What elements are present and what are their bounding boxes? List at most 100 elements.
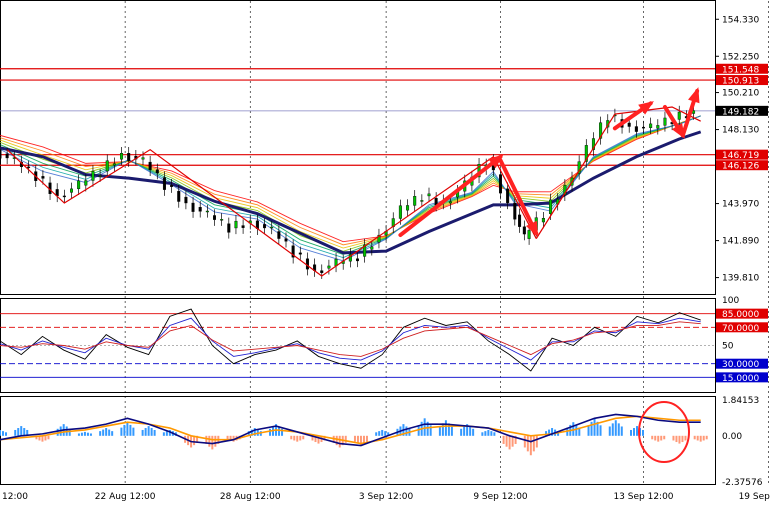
y-tick-label: 148.130 xyxy=(722,126,759,136)
candle-body xyxy=(227,223,231,233)
macd-histogram-bar xyxy=(89,433,92,436)
candle-body xyxy=(98,175,102,177)
macd-histogram-bar xyxy=(105,428,108,436)
macd-histogram-bar xyxy=(144,428,147,436)
candle-body xyxy=(191,202,195,212)
macd-histogram-bar xyxy=(502,435,505,444)
macd-histogram-bar xyxy=(111,431,114,436)
macd-histogram-bar xyxy=(681,435,684,443)
candle-body xyxy=(513,202,517,220)
macd-histogram-bar xyxy=(150,428,153,436)
macd-histogram-bar xyxy=(375,432,378,436)
macd-histogram-bar xyxy=(654,435,657,441)
macd-histogram-bar xyxy=(423,418,426,436)
candle-body xyxy=(62,195,66,198)
macd-histogram-bar xyxy=(5,432,7,436)
macd-histogram-bar xyxy=(365,435,368,442)
candle-body xyxy=(148,161,152,170)
macd-histogram-bar xyxy=(705,435,708,440)
macd-histogram-bar xyxy=(99,431,102,436)
candle-body xyxy=(448,201,452,204)
macd-histogram-bar xyxy=(702,435,705,441)
macd-histogram-bar xyxy=(162,432,165,436)
chart-canvas[interactable]: 12:00 22 Aug 12:00 28 Aug 12:00 3 Sep 12:00… xyxy=(0,0,770,505)
macd-histogram-bar xyxy=(684,435,687,441)
candle-body xyxy=(527,230,531,239)
y-tick-label: 141.890 xyxy=(722,237,759,247)
candle-body xyxy=(677,111,681,120)
macd-histogram-bar xyxy=(441,423,444,436)
macd-histogram-bar xyxy=(587,425,590,436)
candle-body xyxy=(499,174,503,194)
x-tick-label: 19 Sep 12:00 xyxy=(739,492,770,502)
macd-histogram-bar xyxy=(20,426,23,436)
candle-body xyxy=(77,180,81,190)
osc-level-label: 15.0000 xyxy=(722,374,759,384)
macd-histogram-bar xyxy=(44,435,47,441)
macd-histogram-bar xyxy=(526,435,529,452)
x-tick-label: 9 Sep 12:00 xyxy=(473,492,528,502)
macd-histogram-bar xyxy=(302,435,305,440)
candle-body xyxy=(270,226,274,229)
macd-histogram-bar xyxy=(529,435,532,456)
candle-body xyxy=(263,224,267,229)
macd-histogram-bar xyxy=(450,426,453,436)
macd-histogram-bar xyxy=(269,428,272,436)
x-tick-label: 28 Aug 12:00 xyxy=(220,492,281,502)
macd-histogram-bar xyxy=(660,435,663,441)
candle-body xyxy=(627,122,631,127)
candle-body xyxy=(177,190,181,202)
osc-y-tick-label: 50 xyxy=(722,342,734,352)
macd-histogram-bar xyxy=(17,428,20,436)
candle-body xyxy=(320,270,324,273)
macd-histogram-bar xyxy=(633,428,635,436)
candle-body xyxy=(198,206,202,212)
candle-body xyxy=(184,196,188,204)
candle-body xyxy=(155,169,159,174)
y-tick-label: 139.810 xyxy=(722,274,759,284)
macd-histogram-bar xyxy=(338,435,341,448)
candle-body xyxy=(649,123,653,128)
candle-body xyxy=(27,166,31,169)
macd-histogram-bar xyxy=(614,420,617,436)
macd-histogram-bar xyxy=(80,432,83,436)
macd-histogram-bar xyxy=(214,435,217,447)
macd-histogram-bar xyxy=(472,428,475,436)
macd-histogram-bar xyxy=(636,426,638,436)
y-tick-label: 152.250 xyxy=(722,52,759,62)
x-tick-label: 3 Sep 12:00 xyxy=(359,492,414,502)
macd-histogram-bar xyxy=(381,429,384,436)
macd-histogram-bar xyxy=(353,435,356,442)
macd-histogram-bar xyxy=(299,435,302,441)
candle-body xyxy=(506,188,510,204)
macd-histogram-bar xyxy=(693,435,696,440)
macd-histogram-bar xyxy=(663,435,666,440)
candle-body xyxy=(634,126,638,132)
level-label: 150.913 xyxy=(722,77,759,87)
macd-histogram-bar xyxy=(593,418,596,436)
candle-body xyxy=(420,200,424,202)
osc-level-label: 70.0000 xyxy=(722,324,759,334)
macd-histogram-bar xyxy=(129,424,132,436)
macd-y-tick-label: -2.37576 xyxy=(722,478,763,488)
candle-body xyxy=(127,153,131,161)
candle-body xyxy=(120,153,124,160)
macd-histogram-bar xyxy=(523,435,526,448)
macd-histogram-bar xyxy=(153,429,156,436)
candle-body xyxy=(413,196,417,206)
candle-body xyxy=(205,210,209,213)
macd-histogram-bar xyxy=(608,426,611,436)
level-label: 151.548 xyxy=(722,65,759,75)
candle-body xyxy=(549,199,553,214)
candle-body xyxy=(656,125,660,129)
candle-body xyxy=(84,180,88,186)
candle-body xyxy=(105,160,109,172)
macd-histogram-bar xyxy=(226,435,229,440)
macd-histogram-bar xyxy=(672,435,675,441)
y-tick-label: 150.210 xyxy=(722,89,759,99)
macd-histogram-bar xyxy=(460,428,463,436)
macd-histogram-bar xyxy=(47,435,50,440)
macd-histogram-bar xyxy=(484,431,487,436)
candle-body xyxy=(91,171,95,181)
macd-histogram-bar xyxy=(699,435,702,442)
